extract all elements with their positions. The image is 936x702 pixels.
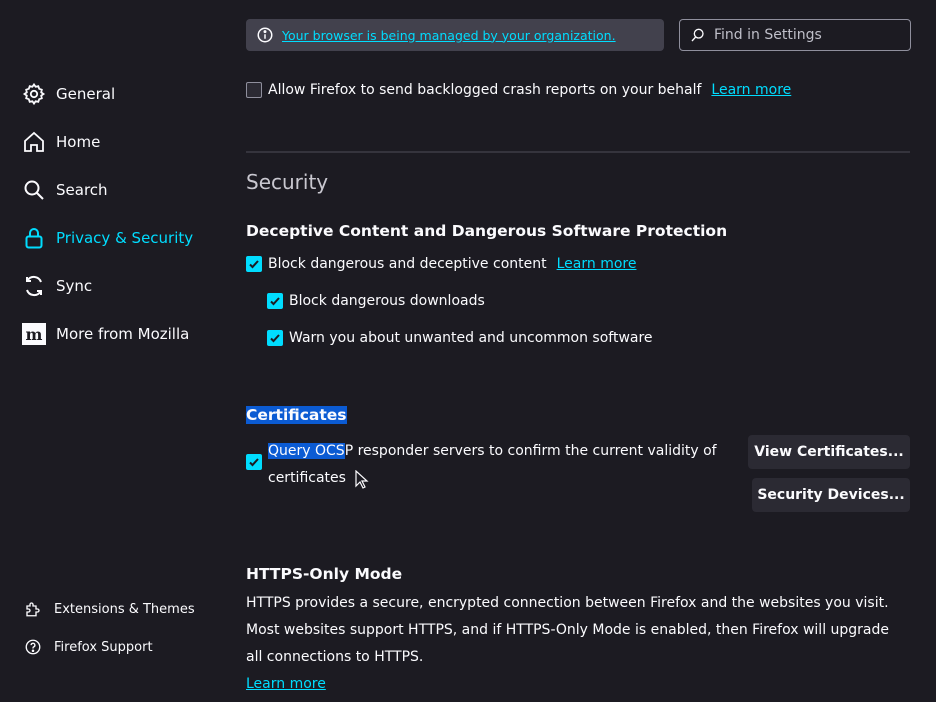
footer-item-label: Extensions & Themes xyxy=(54,601,195,617)
certificates-heading: Certificates xyxy=(246,406,347,424)
search-icon xyxy=(691,28,704,42)
ocsp-label-line2: certificates xyxy=(268,470,346,486)
security-title: Security xyxy=(246,170,329,194)
deceptive-content-heading: Deceptive Content and Dangerous Software… xyxy=(246,222,728,240)
checkmark-icon xyxy=(270,334,280,343)
firefox-support-link[interactable]: Firefox Support xyxy=(24,636,153,658)
warn-unwanted-checkbox[interactable] xyxy=(267,330,283,346)
checkmark-icon xyxy=(249,458,259,467)
block-dangerous-checkbox[interactable] xyxy=(246,256,262,272)
ocsp-label-selected: Query OCS xyxy=(268,443,345,459)
puzzle-icon xyxy=(26,602,40,617)
sidebar-item-general[interactable]: General xyxy=(22,79,115,109)
https-only-text: HTTPS provides a secure, encrypted conne… xyxy=(246,595,890,665)
crash-learn-more-link[interactable]: Learn more xyxy=(711,82,791,98)
sidebar-item-label: Search xyxy=(56,181,108,199)
ocsp-row xyxy=(246,454,262,470)
view-certificates-button[interactable]: View Certificates... xyxy=(748,435,910,469)
sidebar-item-more-from-mozilla[interactable]: m More from Mozilla xyxy=(22,319,189,349)
block-downloads-row: Block dangerous downloads xyxy=(267,293,485,309)
warn-unwanted-row: Warn you about unwanted and uncommon sof… xyxy=(267,330,653,346)
sidebar-item-search[interactable]: Search xyxy=(22,175,108,205)
ocsp-label-rest: P responder servers to confirm the curre… xyxy=(344,443,717,459)
footer-item-label: Firefox Support xyxy=(54,639,153,655)
managed-notice: Your browser is being managed by your or… xyxy=(246,19,664,51)
https-only-description: HTTPS provides a secure, encrypted conne… xyxy=(246,590,906,698)
warn-unwanted-label: Warn you about unwanted and uncommon sof… xyxy=(289,330,653,346)
mouse-cursor-icon xyxy=(355,470,369,489)
lock-icon xyxy=(25,228,43,249)
block-downloads-checkbox[interactable] xyxy=(267,293,283,309)
managed-policy-link[interactable]: Your browser is being managed by your or… xyxy=(282,28,616,43)
sidebar-item-label: Home xyxy=(56,133,101,151)
deceptive-learn-more-link[interactable]: Learn more xyxy=(557,256,637,272)
certificates-heading-text: Certificates xyxy=(246,406,347,424)
section-divider xyxy=(246,151,910,153)
info-icon xyxy=(257,27,273,43)
sidebar-item-home[interactable]: Home xyxy=(22,127,100,157)
block-dangerous-label: Block dangerous and deceptive content xyxy=(268,256,547,272)
checkmark-icon xyxy=(270,297,280,306)
find-in-settings[interactable] xyxy=(679,19,911,51)
sidebar-item-label: Privacy & Security xyxy=(56,229,194,247)
extensions-themes-link[interactable]: Extensions & Themes xyxy=(24,598,195,620)
sidebar-item-privacy-security[interactable]: Privacy & Security xyxy=(22,223,193,253)
sidebar-item-label: Sync xyxy=(56,277,93,295)
https-learn-more-link[interactable]: Learn more xyxy=(246,676,326,692)
crash-reports-checkbox[interactable] xyxy=(246,82,262,98)
sidebar-item-label: General xyxy=(56,85,116,103)
sync-icon xyxy=(26,275,42,297)
gear-icon xyxy=(22,82,46,106)
sidebar-item-sync[interactable]: Sync xyxy=(22,271,92,301)
block-dangerous-row: Block dangerous and deceptive content Le… xyxy=(246,256,636,272)
help-icon xyxy=(25,639,41,655)
security-devices-button[interactable]: Security Devices... xyxy=(752,478,910,512)
search-input[interactable] xyxy=(712,26,902,44)
settings-page: General Home Search Privacy & Security S… xyxy=(0,0,936,702)
ocsp-checkbox[interactable] xyxy=(246,454,262,470)
home-icon xyxy=(24,131,44,152)
search-icon xyxy=(24,180,44,200)
sidebar-item-label: More from Mozilla xyxy=(56,325,190,343)
sidebar: General Home Search Privacy & Security S… xyxy=(0,0,220,702)
crash-reports-label: Allow Firefox to send backlogged crash r… xyxy=(268,82,702,98)
https-only-heading: HTTPS-Only Mode xyxy=(246,565,403,583)
block-downloads-label: Block dangerous downloads xyxy=(289,293,485,309)
checkmark-icon xyxy=(249,260,259,269)
mozilla-icon: m xyxy=(22,323,46,345)
ocsp-label: Query OCSP responder servers to confirm … xyxy=(268,438,718,492)
crash-reports-row: Allow Firefox to send backlogged crash r… xyxy=(246,82,791,98)
